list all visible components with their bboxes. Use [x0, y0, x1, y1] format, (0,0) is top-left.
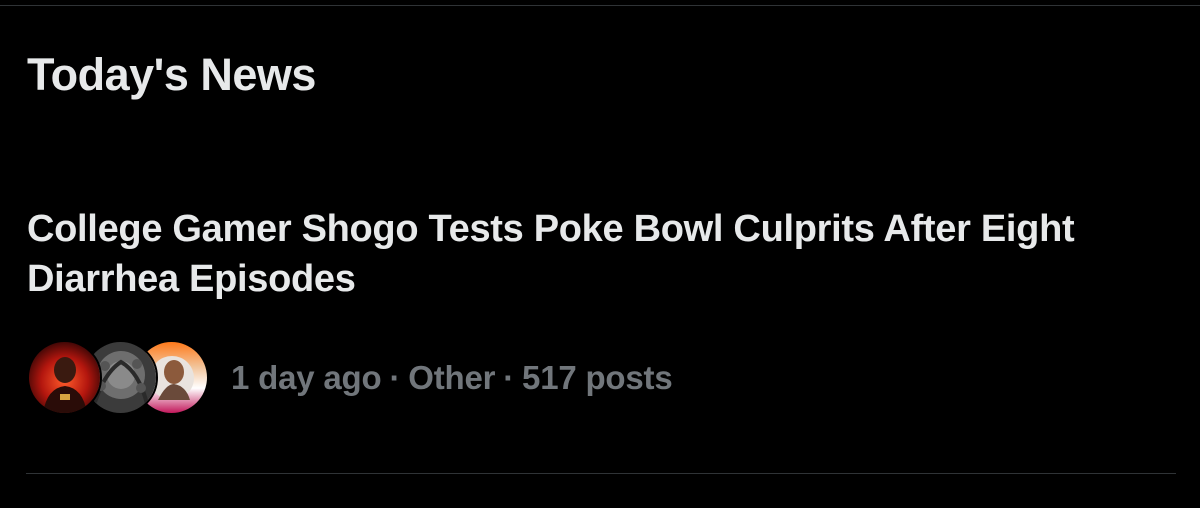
separator: ·: [389, 358, 401, 396]
post-count: 517 posts: [522, 358, 673, 396]
news-headline-link[interactable]: College Gamer Shogo Tests Poke Bowl Culp…: [27, 204, 1147, 304]
top-divider: [0, 5, 1200, 6]
avatar: [27, 340, 102, 415]
avatar-stack: [27, 340, 209, 415]
separator: ·: [503, 358, 515, 396]
bottom-divider: [26, 473, 1176, 474]
category-label: Other: [408, 358, 496, 396]
story-meta: 1 day ago · Other · 517 posts: [231, 359, 673, 397]
story-meta-row[interactable]: 1 day ago · Other · 517 posts: [27, 340, 673, 415]
section-title: Today's News: [27, 49, 316, 100]
time-ago: 1 day ago: [231, 358, 382, 396]
